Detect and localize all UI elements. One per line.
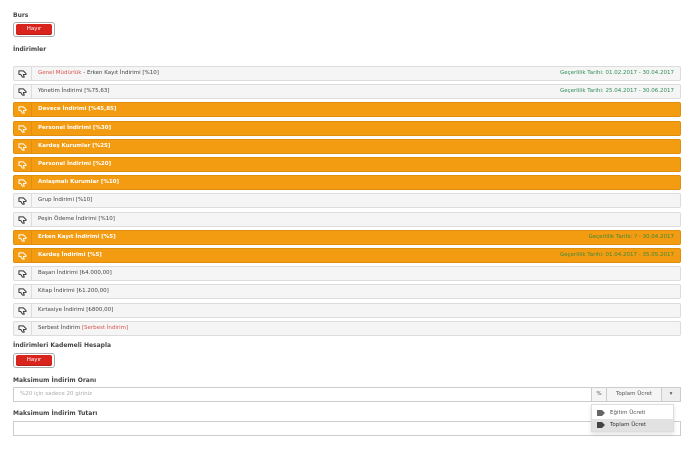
- discount-label: Kardeş Kurumlar [%25]: [38, 140, 110, 153]
- thumbs-down-icon[interactable]: [14, 213, 32, 226]
- discount-row[interactable]: Genel Müdürlük - Erken Kayıt İndirimi [%…: [13, 66, 681, 81]
- discount-label: Başarı İndirimi [₺4.000,00]: [38, 267, 112, 280]
- discount-text: Anlaşmalı Kurumlar [%10]: [38, 179, 120, 185]
- discount-text: - Erken Kayıt İndirimi [%10]: [81, 70, 159, 76]
- discount-label: Grup İndirimi [%10]: [38, 194, 92, 207]
- thumbs-down-icon[interactable]: [14, 176, 32, 189]
- validity-date: Geçerlilik Tarihi: 01.02.2017 - 30.04.20…: [559, 70, 674, 76]
- discount-text: Kardeş İndirimi [%5]: [38, 252, 102, 258]
- discount-label: Devece İndirimi [%45,85]: [38, 103, 116, 116]
- dropdown-option-egitim[interactable]: Eğitim Ücreti: [592, 407, 673, 419]
- discount-row[interactable]: Kardeş İndirimi [%5] Geçerlilik Tarihi: 0…: [13, 248, 681, 263]
- discount-label: Erken Kayıt İndirimi [%5]: [38, 231, 116, 244]
- max-tutar-input[interactable]: [13, 421, 681, 436]
- discount-row[interactable]: Peşin Ödeme İndirimi [%10]: [13, 212, 681, 227]
- discount-text: Yönetim İndirimi [%75,63]: [38, 88, 110, 94]
- unit-dropdown-menu: Eğitim Ücreti Toplam Ücret: [591, 404, 674, 432]
- dropdown-toggle-button[interactable]: ▾: [661, 387, 681, 402]
- thumbs-down-icon[interactable]: [14, 85, 32, 98]
- discount-label: Kırtasiye İndirimi [₺800,00]: [38, 304, 113, 317]
- discount-text: Erken Kayıt İndirimi [%5]: [38, 234, 116, 240]
- thumbs-down-icon[interactable]: [14, 267, 32, 280]
- discount-row[interactable]: Grup İndirimi [%10]: [13, 193, 681, 208]
- thumbs-down-icon[interactable]: [14, 249, 32, 262]
- discount-label: Serbest İndirim [Serbest İndirim]: [38, 322, 128, 335]
- discount-text: Personel İndirimi [%20]: [38, 161, 112, 167]
- indirimler-label: İndirimler: [13, 46, 47, 53]
- max-oran-placeholder: %20 için sadece 20 giriniz: [20, 391, 93, 397]
- max-oran-input[interactable]: %20 için sadece 20 giriniz % Toplam Ücre…: [13, 387, 681, 402]
- discount-row[interactable]: Kardeş Kurumlar [%25]: [13, 139, 681, 154]
- discount-row[interactable]: Devece İndirimi [%45,85]: [13, 102, 681, 117]
- validity-date: Geçerlilik Tarihi: 01.04.2017 - 35.05.20…: [559, 252, 674, 258]
- thumbs-down-icon[interactable]: [14, 194, 32, 207]
- discount-label: Yönetim İndirimi [%75,63]: [38, 85, 109, 98]
- thumbs-down-icon[interactable]: [14, 322, 32, 335]
- discount-label: Personel İndirimi [%30]: [38, 122, 111, 135]
- max-oran-label: Maksimum İndirim Oranı: [13, 377, 97, 384]
- discount-text: Kardeş Kurumlar [%25]: [38, 143, 111, 149]
- discount-label: Personel İndirimi [%20]: [38, 158, 111, 171]
- discount-text: Kitap İndirimi [₺1.200,00]: [38, 288, 109, 294]
- validity-date: Geçerlilik Tarihi: 25.04.2017 - 30.06.20…: [559, 88, 674, 94]
- thumbs-down-icon[interactable]: [14, 122, 32, 135]
- discount-text: Peşin Ödeme İndirimi [%10]: [38, 216, 115, 222]
- thumbs-down-icon[interactable]: [14, 231, 32, 244]
- validity-date: Geçerlilik Tarihi: ? - 30.04.2017: [588, 234, 674, 240]
- thumbs-down-icon[interactable]: [14, 140, 32, 153]
- discount-label: Kardeş İndirimi [%5]: [38, 249, 102, 262]
- kademeli-toggle-value: Hayır: [16, 355, 52, 366]
- discount-row[interactable]: Anlaşmalı Kurumlar [%10]: [13, 175, 681, 190]
- discount-row[interactable]: Yönetim İndirimi [%75,63] Geçerlilik Tari…: [13, 84, 681, 99]
- chevron-down-icon: ▾: [669, 391, 673, 397]
- discount-row[interactable]: Başarı İndirimi [₺4.000,00]: [13, 266, 681, 281]
- dropdown-option-label: Eğitim Ücreti: [610, 410, 646, 416]
- tag-icon: [597, 410, 605, 416]
- discount-text: Serbest İndirim: [38, 325, 82, 331]
- thumbs-down-icon[interactable]: [14, 304, 32, 317]
- discount-source: Genel Müdürlük: [38, 70, 82, 76]
- burs-label: Burs: [13, 12, 29, 19]
- discount-label: Peşin Ödeme İndirimi [%10]: [38, 213, 115, 226]
- dropdown-option-toplam[interactable]: Toplam Ücret: [592, 419, 673, 431]
- thumbs-down-icon[interactable]: [14, 67, 32, 80]
- thumbs-down-icon[interactable]: [14, 285, 32, 298]
- discount-text: Kırtasiye İndirimi [₺800,00]: [38, 307, 114, 313]
- discount-text: Devece İndirimi [%45,85]: [38, 106, 117, 112]
- discount-row[interactable]: Personel İndirimi [%20]: [13, 157, 681, 172]
- burs-toggle-value: Hayır: [16, 24, 52, 35]
- discount-row[interactable]: Kırtasiye İndirimi [₺800,00]: [13, 303, 681, 318]
- burs-toggle[interactable]: Hayır: [13, 22, 55, 37]
- thumbs-down-icon[interactable]: [14, 103, 32, 116]
- discount-text: Başarı İndirimi [₺4.000,00]: [38, 270, 112, 276]
- tag-icon: [597, 422, 605, 428]
- discount-row[interactable]: Kitap İndirimi [₺1.200,00]: [13, 284, 681, 299]
- discount-label: Anlaşmalı Kurumlar [%10]: [38, 176, 119, 189]
- discount-suffix: [Serbest İndirim]: [81, 325, 129, 331]
- kademeli-label: İndirimleri Kademeli Hesapla: [13, 342, 112, 349]
- discount-text: Personel İndirimi [%30]: [38, 125, 112, 131]
- discount-label: Genel Müdürlük - Erken Kayıt İndirimi [%…: [38, 67, 159, 80]
- max-tutar-label: Maksimum İndirim Tutarı: [13, 410, 98, 417]
- discount-row[interactable]: Erken Kayıt İndirimi [%5] Geçerlilik Tari…: [13, 230, 681, 245]
- select-value-button[interactable]: Toplam Ücret: [606, 387, 662, 402]
- discount-row[interactable]: Serbest İndirim [Serbest İndirim]: [13, 321, 681, 336]
- discount-label: Kitap İndirimi [₺1.200,00]: [38, 285, 109, 298]
- dropdown-option-label: Toplam Ücret: [610, 422, 647, 428]
- discount-text: Grup İndirimi [%10]: [38, 197, 93, 203]
- kademeli-toggle[interactable]: Hayır: [13, 353, 55, 368]
- discount-row[interactable]: Personel İndirimi [%30]: [13, 121, 681, 136]
- thumbs-down-icon[interactable]: [14, 158, 32, 171]
- percent-addon: %: [591, 387, 607, 402]
